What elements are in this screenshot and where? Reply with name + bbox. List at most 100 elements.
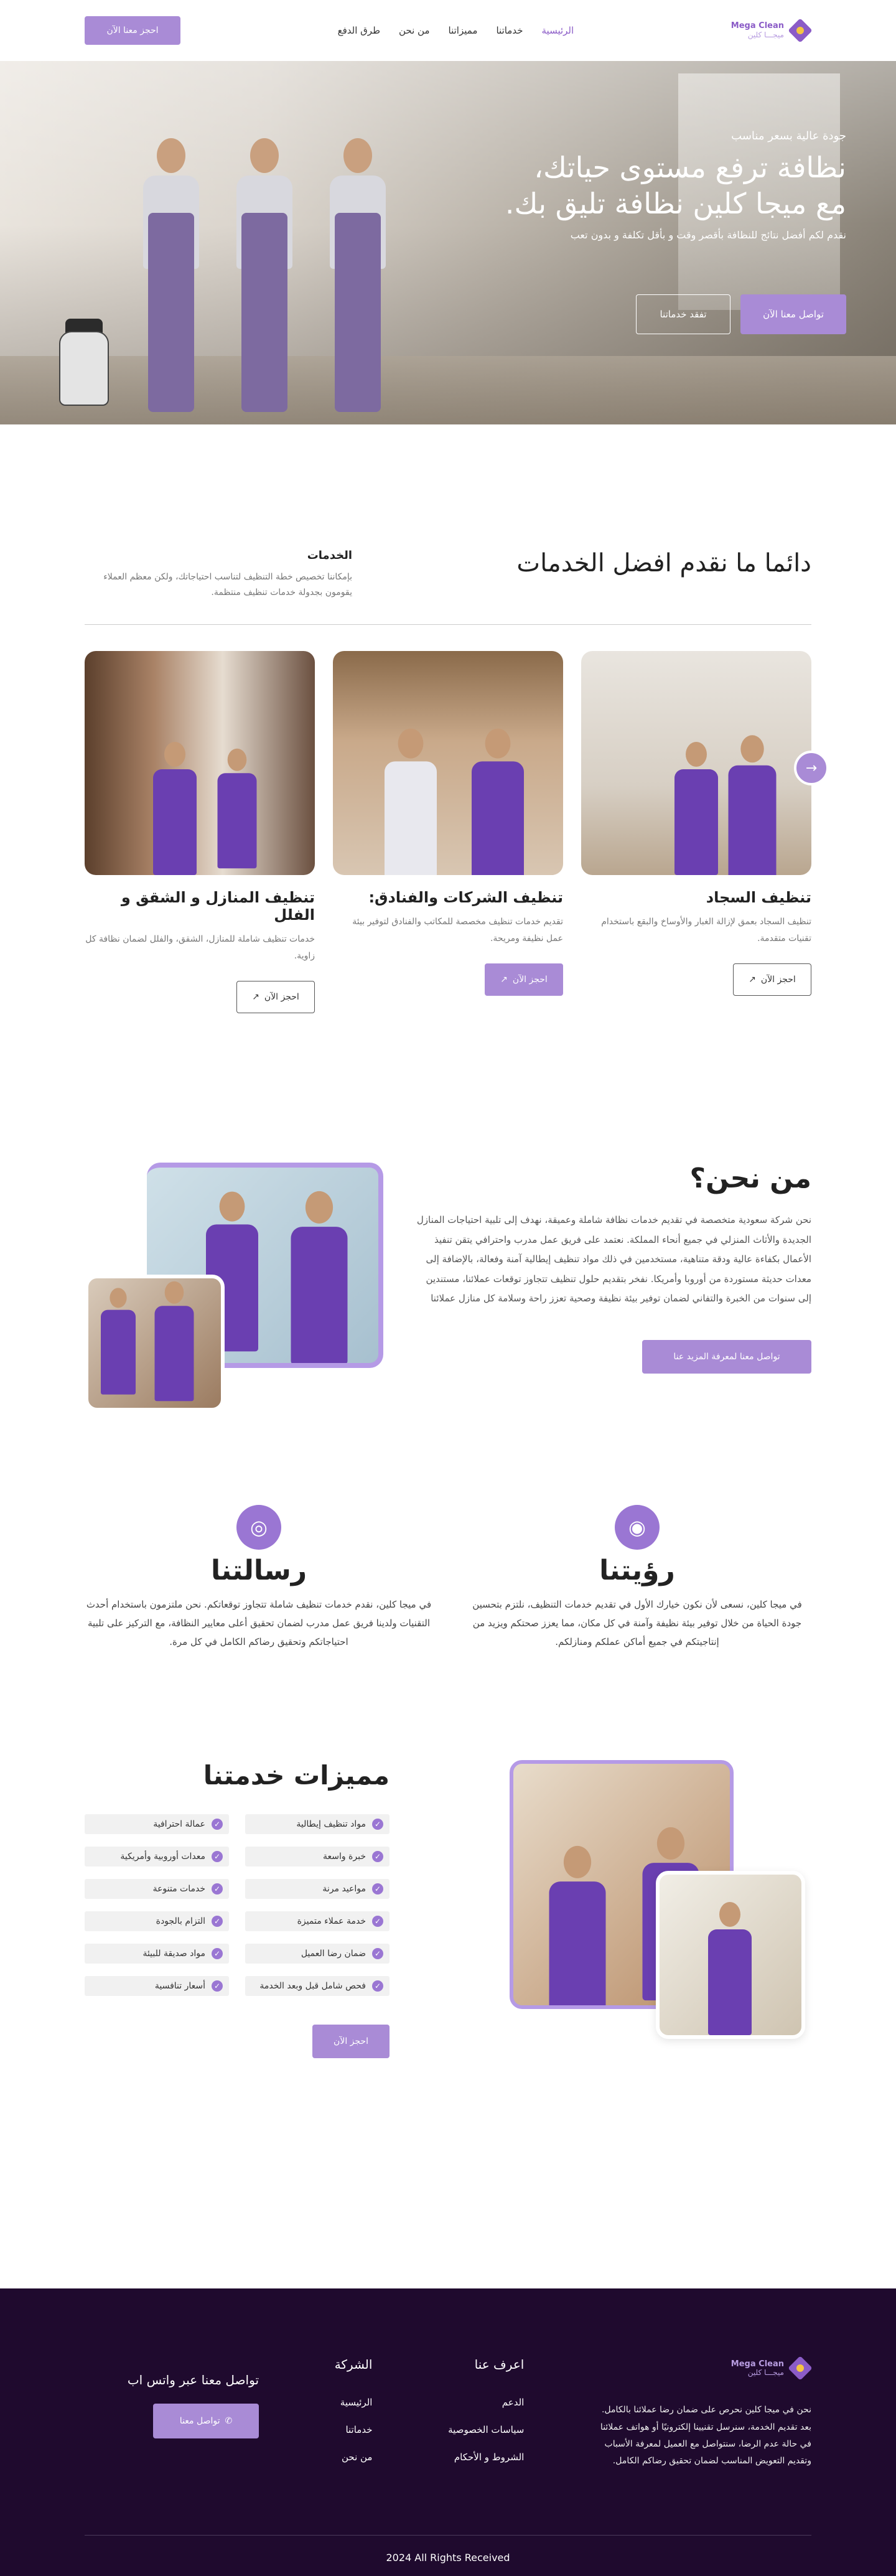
service-text: خدمات تنظيف شاملة للمنازل، الشقق، والفلل…: [85, 934, 315, 961]
footer-know-title: اعرف عنا: [474, 2357, 525, 2372]
footer-link-terms[interactable]: الشروط و الأحكام: [448, 2452, 524, 2463]
hero-services-button[interactable]: تفقد خدماتنا: [636, 294, 730, 334]
logo-mark-icon: [788, 18, 813, 43]
feature-item: ✓ خبرة واسعة: [245, 1847, 390, 1867]
check-circle-icon: ✓: [212, 1916, 223, 1927]
service-title: تنظيف السجاد: [706, 889, 811, 907]
services-cards: تنظيف السجاد تنظيف السجاد بعمق لإزالة ال…: [85, 651, 829, 1014]
service-book-button[interactable]: احجز الآن ↗: [485, 963, 563, 996]
footer-link-privacy[interactable]: سياسات الخصوصية: [448, 2424, 524, 2435]
feature-item: ✓ معدات أوروبية وأمريكية: [85, 1847, 229, 1867]
eye-icon: ◉: [615, 1505, 660, 1550]
features-image-secondary: [656, 1871, 805, 2040]
carousel-next-button[interactable]: →: [794, 751, 829, 786]
features-title: مميزات خدمتنا: [203, 1760, 390, 1791]
vision-mission-section: ◉ رؤيتنا في ميجا كلين، نسعى لأن نكون خيا…: [85, 1505, 811, 1651]
check-circle-icon: ✓: [212, 1851, 223, 1863]
nav-item-payment[interactable]: طرق الدفع: [338, 25, 380, 36]
hero-workers-image: [81, 119, 392, 424]
brand-name-ar: ميجـــا كلين: [747, 2368, 784, 2377]
service-book-button[interactable]: احجز الآن ↗: [733, 963, 811, 996]
feature-item: ✓ ضمان رضا العميل: [245, 1944, 390, 1964]
check-circle-icon: ✓: [372, 1980, 383, 1992]
footer-link-about[interactable]: من نحن: [335, 2452, 373, 2463]
service-card-carpet: تنظيف السجاد تنظيف السجاد بعمق لإزالة ال…: [581, 651, 811, 1013]
about-text: نحن شركة سعودية متخصصة في تقديم خدمات نظ…: [416, 1214, 811, 1304]
vision-title: رؤيتنا: [599, 1555, 675, 1587]
services-side-title: الخدمات: [307, 549, 352, 562]
services-title: دائما ما نقدم افضل الخدمات: [516, 549, 811, 578]
brand-logo[interactable]: Mega Clean ميجـــا كلين: [730, 18, 813, 43]
features-section: مميزات خدمتنا ✓ مواد تنظيف إيطالية ✓ عمالة…: [85, 1760, 811, 2059]
about-section: من نحن؟ نحن شركة سعودية متخصصة في تقديم …: [85, 1163, 811, 1412]
feature-item: ✓ مواد صديقة للبيئة: [85, 1944, 229, 1964]
about-title: من نحن؟: [689, 1163, 811, 1195]
footer-link-services[interactable]: خدماتنا: [335, 2424, 372, 2435]
service-text: تقديم خدمات تنظيف مخصصة للمكاتب والفنادق…: [352, 917, 563, 944]
service-title: تنظيف المنازل و الشقق و الفلل: [121, 889, 315, 924]
check-circle-icon: ✓: [372, 1948, 383, 1960]
check-circle-icon: ✓: [212, 1819, 223, 1830]
check-circle-icon: ✓: [372, 1819, 383, 1830]
check-circle-icon: ✓: [212, 1948, 223, 1960]
footer-logo[interactable]: Mega Clean ميجـــا كلين: [600, 2356, 813, 2381]
footer-know-column: اعرف عنا الدعم سياسات الخصوصية الشروط و …: [448, 2357, 524, 2479]
footer-company-title: الشركة: [334, 2357, 373, 2372]
service-image-carpet: [581, 651, 811, 876]
footer-company-column: الشركة الرئيسية خدماتنا من نحن: [335, 2357, 373, 2479]
book-now-button[interactable]: احجز معنا الآن: [85, 16, 180, 45]
footer-link-support[interactable]: الدعم: [448, 2397, 525, 2408]
brand-name-en: Mega Clean: [730, 21, 784, 31]
copyright-text: 2024 All Rights Received: [85, 2535, 811, 2576]
vision-text: في ميجا كلين، نسعى لأن نكون خيارك الأول …: [472, 1599, 802, 1648]
whatsapp-icon: ✆: [225, 2416, 233, 2427]
service-image-companies: [333, 651, 563, 876]
mission-title: رسالتنا: [210, 1555, 307, 1587]
site-footer: Mega Clean ميجـــا كلين نحن في ميجا كلين…: [0, 2288, 896, 2576]
hero-tagline: جودة عالية بسعر مناسب: [731, 129, 846, 143]
whatsapp-contact-button[interactable]: ✆ تواصل معنا: [153, 2404, 259, 2439]
services-side-text: بإمكاننا تخصيص خطة التنظيف لتناسب احتياج…: [103, 572, 352, 598]
feature-item: ✓ فحص شامل قبل وبعد الخدمة: [245, 1976, 390, 1997]
nav-item-services[interactable]: خدماتنا: [496, 25, 523, 36]
nav-item-features[interactable]: مميزاتنا: [449, 25, 478, 36]
brand-name-ar: ميجـــا كلين: [747, 30, 784, 39]
footer-contact-title: تواصل معنا عبر واتس اب: [127, 2372, 259, 2388]
footer-link-home[interactable]: الرئيسية: [335, 2397, 373, 2408]
nav-item-home[interactable]: الرئيسية: [542, 25, 574, 36]
nav-item-about[interactable]: من نحن: [399, 25, 430, 36]
check-circle-icon: ✓: [212, 1980, 223, 1992]
hero-section: جودة عالية بسعر مناسب نظافة ترفع مستوى ح…: [0, 61, 896, 424]
check-circle-icon: ✓: [212, 1883, 223, 1895]
arrow-up-right-icon: ↗: [500, 975, 508, 985]
service-card-companies: تنظيف الشركات والفنادق: تقديم خدمات تنظي…: [333, 651, 563, 1013]
feature-item: ✓ أسعار تنافسية: [85, 1976, 229, 1997]
main-nav: الرئيسية خدماتنا مميزاتنا من نحن طرق الد…: [338, 25, 574, 36]
site-header: Mega Clean ميجـــا كلين الرئيسية خدماتنا…: [85, 0, 813, 61]
logo-mark-icon: [788, 2356, 813, 2381]
vision-block: ◉ رؤيتنا في ميجا كلين، نسعى لأن نكون خيا…: [463, 1505, 811, 1651]
arrow-up-right-icon: ↗: [749, 975, 756, 985]
feature-item: ✓ خدمة عملاء متميزة: [245, 1911, 390, 1932]
service-image-homes: [85, 651, 315, 876]
mission-text: في ميجا كلين، نقدم خدمات تنظيف شاملة تتج…: [86, 1599, 432, 1648]
target-icon: ◎: [236, 1505, 281, 1550]
about-image-secondary: [85, 1275, 225, 1412]
hero-contact-button[interactable]: تواصل معنا الآن: [740, 294, 846, 334]
service-book-button[interactable]: احجز الآن ↗: [236, 981, 315, 1014]
feature-item: ✓ مواعيد مرنة: [245, 1879, 390, 1899]
hero-title: نظافة ترفع مستوى حياتك، مع ميجا كلين نظا…: [505, 151, 846, 220]
feature-item: ✓ عمالة احترافية: [85, 1814, 229, 1835]
feature-item: ✓ مواد تنظيف إيطالية: [245, 1814, 390, 1835]
brand-name-en: Mega Clean: [730, 2359, 784, 2369]
about-contact-button[interactable]: تواصل معنا لمعرفة المزيد عنا: [642, 1339, 811, 1374]
mission-block: ◎ رسالتنا في ميجا كلين، نقدم خدمات تنظيف…: [85, 1505, 433, 1651]
arrow-right-icon: →: [805, 760, 818, 776]
check-circle-icon: ✓: [372, 1851, 383, 1863]
feature-item: ✓ خدمات متنوعة: [85, 1879, 229, 1899]
hero-subtitle: نقدم لكم أفضل نتائج للنظافة بأقصر وقت و …: [570, 229, 846, 241]
service-title: تنظيف الشركات والفنادق:: [368, 889, 563, 907]
check-circle-icon: ✓: [372, 1916, 383, 1927]
check-circle-icon: ✓: [372, 1883, 383, 1895]
features-book-button[interactable]: احجز الآن: [312, 2025, 390, 2059]
